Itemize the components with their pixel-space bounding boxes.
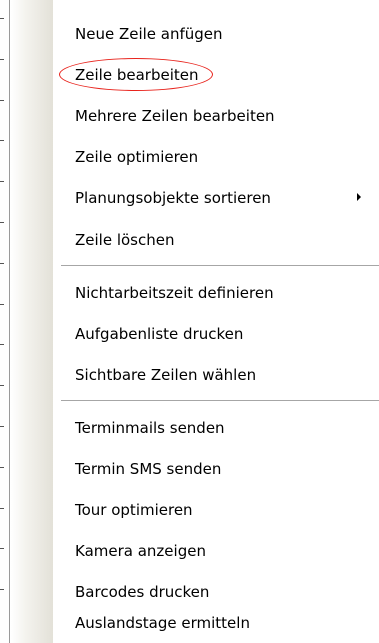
menu-item-label: Planungsobjekte sortieren xyxy=(75,189,271,207)
edge-tick xyxy=(0,304,4,305)
menu-item-label: Aufgabenliste drucken xyxy=(75,325,244,343)
menu-item-kamera-anzeigen[interactable]: Kamera anzeigen xyxy=(11,531,379,571)
menu-item-label: Auslandstage ermitteln xyxy=(75,614,250,632)
edge-tick xyxy=(0,59,4,60)
menu-item-label: Zeile löschen xyxy=(75,231,175,249)
menu-separator xyxy=(61,400,379,401)
edge-tick xyxy=(0,589,4,590)
edge-tick xyxy=(0,426,4,427)
edge-tick xyxy=(0,140,4,141)
menu-item-terminmails-senden[interactable]: Terminmails senden xyxy=(11,408,379,448)
menu-separator xyxy=(61,265,379,266)
menu-item-label: Barcodes drucken xyxy=(75,583,210,601)
menu-item-label: Terminmails senden xyxy=(75,419,225,437)
edge-tick xyxy=(0,263,4,264)
edge-tick xyxy=(0,18,4,19)
edge-tick xyxy=(0,508,4,509)
triangle-right-icon xyxy=(357,193,361,201)
screenshot-stage: Neue Zeile anfügen Zeile bearbeiten Mehr… xyxy=(0,0,379,643)
menu-item-zeile-loeschen[interactable]: Zeile löschen xyxy=(11,220,379,260)
menu-item-aufgabenliste-drucken[interactable]: Aufgabenliste drucken xyxy=(11,314,379,354)
menu-item-label: Neue Zeile anfügen xyxy=(75,25,223,43)
menu-item-mehrere-zeilen-bearbeiten[interactable]: Mehrere Zeilen bearbeiten xyxy=(11,96,379,136)
menu-item-nichtarbeitszeit-definieren[interactable]: Nichtarbeitszeit definieren xyxy=(11,273,379,313)
edge-tick xyxy=(0,467,4,468)
menu-item-label: Zeile bearbeiten xyxy=(75,66,199,84)
edge-tick xyxy=(0,100,4,101)
background-window-edge xyxy=(0,0,10,643)
menu-item-tour-optimieren[interactable]: Tour optimieren xyxy=(11,490,379,530)
menu-item-neue-zeile-anfuegen[interactable]: Neue Zeile anfügen xyxy=(11,14,379,54)
menu-item-label: Nichtarbeitszeit definieren xyxy=(75,284,274,302)
menu-item-label: Kamera anzeigen xyxy=(75,542,206,560)
menu-item-label: Zeile optimieren xyxy=(75,148,199,166)
menu-item-label: Mehrere Zeilen bearbeiten xyxy=(75,107,275,125)
edge-tick xyxy=(0,222,4,223)
menu-item-termin-sms-senden[interactable]: Termin SMS senden xyxy=(11,449,379,489)
edge-tick xyxy=(0,548,4,549)
edge-tick xyxy=(0,344,4,345)
menu-item-label: Sichtbare Zeilen wählen xyxy=(75,366,257,384)
menu-item-planungsobjekte-sortieren[interactable]: Planungsobjekte sortieren xyxy=(11,178,379,218)
menu-item-zeile-bearbeiten[interactable]: Zeile bearbeiten xyxy=(11,55,379,95)
menu-item-label: Termin SMS senden xyxy=(75,460,222,478)
context-menu: Neue Zeile anfügen Zeile bearbeiten Mehr… xyxy=(11,0,379,643)
edge-tick xyxy=(0,385,4,386)
menu-item-zeile-optimieren[interactable]: Zeile optimieren xyxy=(11,137,379,177)
menu-item-label: Tour optimieren xyxy=(75,501,193,519)
menu-item-auslandstage-ermitteln[interactable]: Auslandstage ermitteln xyxy=(11,603,379,643)
edge-tick xyxy=(0,181,4,182)
menu-item-sichtbare-zeilen-waehlen[interactable]: Sichtbare Zeilen wählen xyxy=(11,355,379,395)
